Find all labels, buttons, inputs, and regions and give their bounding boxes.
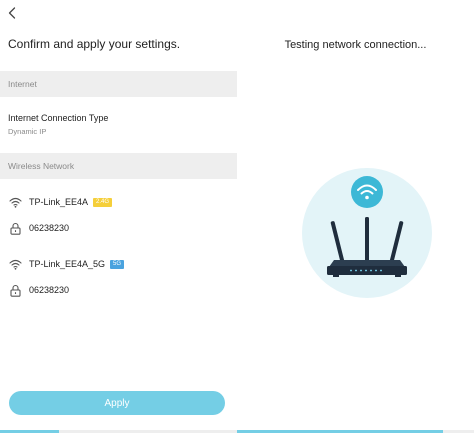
left-progress-bar xyxy=(0,430,237,433)
password-row-24g: 06238230 xyxy=(8,221,69,235)
lock-icon xyxy=(8,222,22,235)
settings-confirm-panel: Confirm and apply your settings. Interne… xyxy=(0,0,237,437)
lock-icon xyxy=(8,284,22,297)
wifi-icon xyxy=(8,196,22,208)
network-row-5g: TP-Link_EE4A_5G 5G xyxy=(8,257,125,271)
network-password: 06238230 xyxy=(29,223,70,233)
testing-connection-panel: Testing network connection... xyxy=(237,0,474,437)
left-progress-fill xyxy=(0,430,60,433)
band-badge: 5G xyxy=(110,259,125,269)
right-progress-bar xyxy=(237,430,474,433)
network-ssid: TP-Link_EE4A xyxy=(29,197,89,207)
back-button[interactable] xyxy=(4,4,20,22)
wireless-section-header: Wireless Network xyxy=(0,153,237,179)
password-row-5g: 06238230 xyxy=(8,283,69,297)
testing-status-text: Testing network connection... xyxy=(284,39,427,51)
chevron-left-icon xyxy=(8,7,16,19)
network-ssid: TP-Link_EE4A_5G xyxy=(29,259,106,269)
page-heading: Confirm and apply your settings. xyxy=(8,37,181,51)
connection-type-label: Internet Connection Type xyxy=(8,113,109,123)
router-illustration xyxy=(302,168,432,298)
band-badge: 2.4G xyxy=(93,197,113,207)
apply-button[interactable]: Apply xyxy=(9,391,225,415)
network-row-24g: TP-Link_EE4A 2.4G xyxy=(8,195,113,209)
network-password: 06238230 xyxy=(29,285,70,295)
right-progress-fill xyxy=(237,430,444,433)
connection-type-value: Dynamic IP xyxy=(8,127,47,136)
wifi-icon xyxy=(351,176,383,208)
wifi-icon xyxy=(8,258,22,270)
internet-section-header: Internet xyxy=(0,71,237,97)
